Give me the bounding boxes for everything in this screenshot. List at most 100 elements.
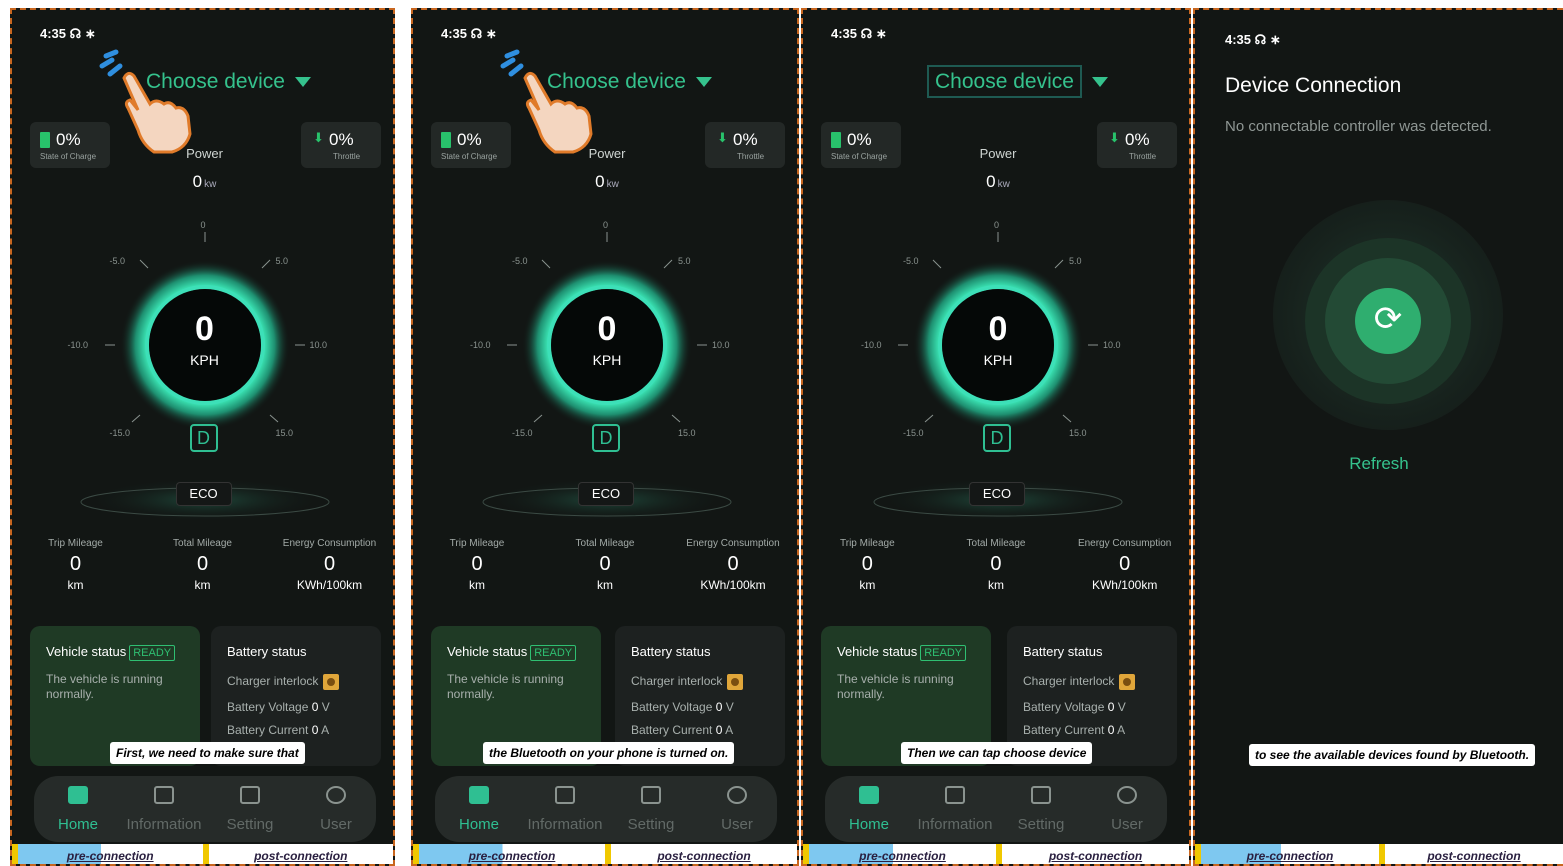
- tab-post-connection[interactable]: post-connection: [202, 844, 393, 864]
- status-bar: 4:35 ☊ ∗: [441, 26, 497, 41]
- tab-post-connection[interactable]: post-connection: [1379, 844, 1563, 864]
- device-connection-screen: 4:35 ☊ ∗ Device Connection No connectabl…: [1193, 8, 1563, 866]
- total-mileage: Total Mileage 0 km: [966, 538, 1026, 592]
- choose-device-button[interactable]: Choose device: [927, 65, 1108, 98]
- caret-down-icon: [1091, 77, 1108, 88]
- status-bar: 4:35 ☊ ∗: [40, 26, 96, 41]
- charger-interlock-icon: [727, 674, 744, 690]
- tab-pre-connection[interactable]: pre-connection: [1195, 844, 1379, 864]
- mileage-stats: Trip Mileage 0 km Total Mileage 0 km Energy …: [12, 538, 393, 592]
- speed-unit: KPH: [592, 352, 622, 368]
- nav-setting[interactable]: Setting: [611, 786, 691, 833]
- page-title: Device Connection: [1225, 74, 1402, 97]
- gear-indicator: D: [189, 424, 218, 452]
- bottom-nav: Home Information Setting User: [825, 776, 1167, 842]
- refresh-label[interactable]: Refresh: [1195, 454, 1563, 474]
- tab-post-connection[interactable]: post-connection: [605, 844, 797, 864]
- nav-setting[interactable]: Setting: [210, 786, 290, 833]
- throttle-card: ⬇ 0% Throttle: [301, 122, 381, 168]
- drive-mode-button[interactable]: ECO: [175, 482, 232, 506]
- nav-user[interactable]: User: [697, 786, 777, 833]
- nav-information[interactable]: Information: [915, 786, 995, 833]
- throttle-card: ⬇ 0% Throttle: [705, 122, 785, 168]
- user-icon: [1117, 786, 1137, 804]
- car-icon: [68, 786, 88, 804]
- energy-consumption: Energy Consumption 0 KWh/100km: [686, 538, 780, 592]
- throttle-arrow-icon: ⬇: [313, 130, 324, 145]
- phone-screen-home-1: 4:35 ☊ ∗ Choose device 0% State of Charg…: [10, 8, 395, 866]
- ready-badge: READY: [920, 645, 967, 661]
- speed-gauge: 0 5.0 -5.0 10.0 -10.0 15.0 -15.0 0 KPH D…: [68, 210, 330, 530]
- speed-value: 0: [988, 310, 1008, 348]
- car-icon: [469, 786, 489, 804]
- trip-mileage: Trip Mileage 0 km: [840, 538, 895, 592]
- charger-interlock-icon: [1119, 674, 1136, 690]
- power-value: 0 kw: [986, 172, 1010, 191]
- speed-gauge: 0 5.0 -5.0 10.0 -10.0 15.0 -15.0 0 KPH D…: [861, 210, 1123, 530]
- status-bar: 4:35 ☊ ∗: [1225, 32, 1281, 47]
- speed-unit: KPH: [190, 352, 219, 368]
- mileage-stats: Trip Mileage 0 km Total Mileage 0 km Energy …: [803, 538, 1189, 592]
- refresh-button[interactable]: ⟳: [1355, 288, 1421, 354]
- pointing-hand-icon: [499, 48, 599, 158]
- document-icon: [154, 786, 174, 804]
- tab-pre-connection[interactable]: pre-connection: [12, 844, 203, 864]
- power-label: Power: [979, 146, 1017, 161]
- nav-home[interactable]: Home: [38, 786, 118, 833]
- car-icon: [859, 786, 879, 804]
- pointing-hand-icon: [98, 48, 198, 158]
- trip-mileage: Trip Mileage 0 km: [48, 538, 103, 592]
- power-value: 0 kw: [595, 172, 619, 191]
- no-device-message: No connectable controller was detected.: [1225, 118, 1492, 135]
- phone-screen-home-3: 4:35 ☊ ∗ Choose device 0% State of Charg…: [801, 8, 1191, 866]
- refresh-icon: ⟳: [1373, 300, 1403, 338]
- state-of-charge-card: 0% State of Charge: [821, 122, 901, 168]
- tutorial-caption: Then we can tap choose device: [901, 742, 1093, 764]
- throttle-arrow-icon: ⬇: [1109, 130, 1120, 145]
- user-icon: [326, 786, 346, 804]
- throttle-arrow-icon: ⬇: [717, 130, 728, 145]
- nav-home[interactable]: Home: [439, 786, 519, 833]
- tutorial-tabs: pre-connection post-connection: [12, 844, 393, 864]
- mileage-stats: Trip Mileage 0 km Total Mileage 0 km Energy …: [413, 538, 797, 592]
- tutorial-collage: 4:35 ☊ ∗ Choose device 0% State of Charg…: [0, 0, 1563, 866]
- status-bar: 4:35 ☊ ∗: [831, 26, 887, 41]
- tab-post-connection[interactable]: post-connection: [996, 844, 1189, 864]
- tutorial-tabs: pre-connection post-connection: [803, 844, 1189, 864]
- tutorial-caption: to see the available devices found by Bl…: [1249, 744, 1536, 766]
- tutorial-tabs: pre-connection post-connection: [1195, 844, 1563, 864]
- battery-icon: [831, 132, 841, 148]
- charger-interlock-icon: [323, 674, 340, 690]
- edit-icon: [641, 786, 661, 804]
- battery-icon: [40, 132, 50, 148]
- ready-badge: READY: [129, 645, 176, 661]
- throttle-card: ⬇ 0% Throttle: [1097, 122, 1177, 168]
- bottom-nav: Home Information Setting User: [34, 776, 376, 842]
- trip-mileage: Trip Mileage 0 km: [449, 538, 505, 592]
- nav-information[interactable]: Information: [525, 786, 605, 833]
- speed-value: 0: [195, 310, 214, 348]
- document-icon: [945, 786, 965, 804]
- nav-user[interactable]: User: [1087, 786, 1167, 833]
- bottom-nav: Home Information Setting User: [435, 776, 777, 842]
- nav-home[interactable]: Home: [829, 786, 909, 833]
- ready-badge: READY: [530, 645, 577, 661]
- total-mileage: Total Mileage 0 km: [575, 538, 635, 592]
- tutorial-tabs: pre-connection post-connection: [413, 844, 797, 864]
- nav-setting[interactable]: Setting: [1001, 786, 1081, 833]
- user-icon: [727, 786, 747, 804]
- drive-mode-button[interactable]: ECO: [578, 482, 634, 506]
- speed-unit: KPH: [983, 352, 1013, 368]
- nav-information[interactable]: Information: [124, 786, 204, 833]
- edit-icon: [1031, 786, 1051, 804]
- phone-screen-home-2: 4:35 ☊ ∗ Choose device 0% State of Charg…: [411, 8, 799, 866]
- speed-value: 0: [597, 310, 617, 348]
- tab-pre-connection[interactable]: pre-connection: [413, 844, 605, 864]
- battery-icon: [441, 132, 451, 148]
- tab-pre-connection[interactable]: pre-connection: [803, 844, 996, 864]
- nav-user[interactable]: User: [296, 786, 376, 833]
- drive-mode-button[interactable]: ECO: [969, 482, 1025, 506]
- caret-down-icon: [294, 77, 311, 88]
- energy-consumption: Energy Consumption 0 KWh/100km: [1077, 538, 1172, 592]
- energy-consumption: Energy Consumption 0 KWh/100km: [282, 538, 377, 592]
